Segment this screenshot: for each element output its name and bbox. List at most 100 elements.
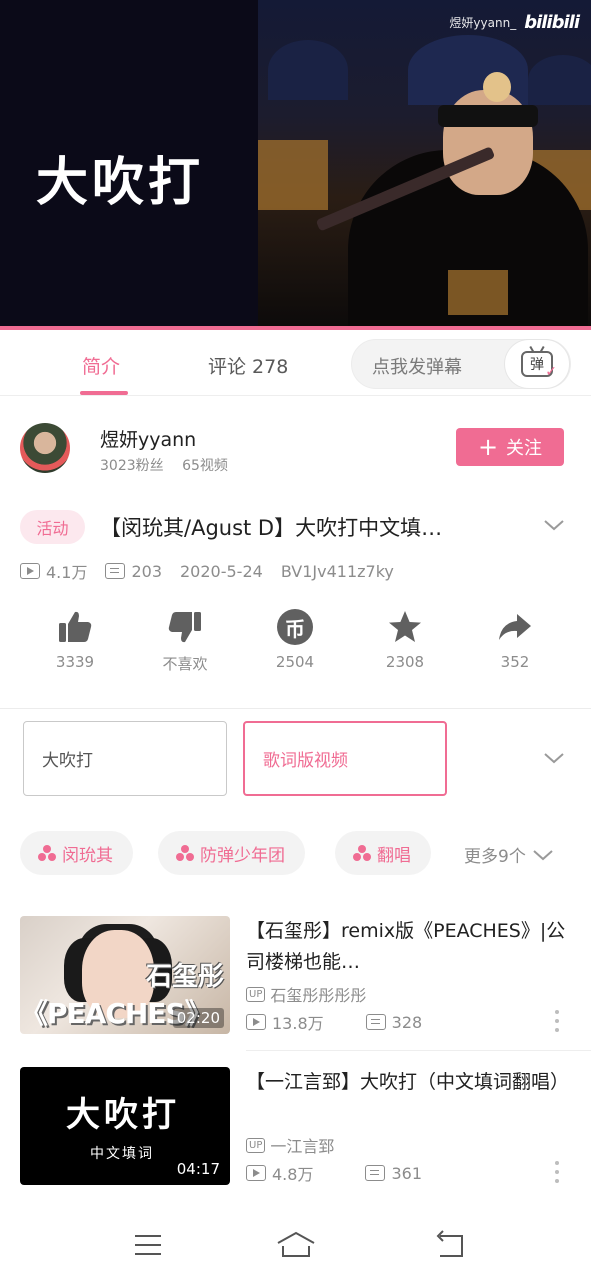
like-button[interactable]: 3339: [20, 605, 130, 671]
video-thumbnail[interactable]: 大吹打 中文填词 04:17: [20, 1067, 230, 1185]
dislike-label: 不喜欢: [162, 655, 208, 673]
danmaku-count-icon: [365, 1165, 386, 1181]
star-icon: [389, 611, 421, 642]
bvid: BV1Jv411z7ky: [280, 561, 394, 581]
recommended-stats: 4.8万 361: [246, 1161, 422, 1185]
bilibili-logo: bilibili: [524, 12, 580, 33]
home-icon[interactable]: [276, 1230, 316, 1260]
recommended-title[interactable]: 【一江言郅】大吹打（中文填词翻唱）: [246, 1067, 574, 1098]
video-stats: 4.1万 203 2020-5-24 BV1Jv411z7ky: [20, 559, 394, 583]
video-duration: 02:20: [172, 1008, 224, 1028]
video-thumbnail[interactable]: 石玺彤 《PEACHES》 02:20: [20, 916, 230, 1034]
follow-label: 关注: [506, 438, 543, 459]
video-player[interactable]: 大吹打 煜妍yyann_ bilibili: [0, 0, 591, 330]
part-item-active[interactable]: 歌词版视频: [243, 721, 447, 796]
fans-count: 3023粉丝: [100, 458, 164, 474]
up-badge-icon: UP: [246, 986, 266, 1002]
tag-icon: [38, 845, 56, 861]
share-count: 352: [500, 653, 530, 671]
danmaku-placeholder: 点我发弹幕: [372, 357, 462, 378]
tab-active-indicator: [80, 391, 128, 395]
danmaku-count-icon: [365, 1014, 386, 1030]
plus-icon: +: [477, 433, 499, 461]
action-bar: 3339 不喜欢 币 2504 2308 352: [0, 605, 591, 685]
activity-tag[interactable]: 活动: [20, 510, 85, 544]
view-count: 4.8万: [272, 1165, 314, 1184]
video-overlay-title: 大吹打: [36, 152, 205, 213]
danmaku-count-icon: [105, 563, 126, 579]
coin-button[interactable]: 币 2504: [240, 605, 350, 671]
more-tags-label: 更多9个: [464, 847, 526, 867]
danmaku-toggle-button[interactable]: 弹 ✓: [504, 339, 570, 389]
tag-icon: [176, 845, 194, 861]
uploader-name[interactable]: 煜妍yyann: [100, 425, 196, 452]
tag-chip[interactable]: 防弹少年团: [158, 831, 305, 875]
danmaku-input[interactable]: 点我发弹幕 弹 ✓: [351, 339, 571, 389]
dislike-button[interactable]: 不喜欢: [130, 605, 240, 674]
more-options-icon[interactable]: [552, 1161, 562, 1183]
chevron-down-icon[interactable]: [543, 747, 565, 769]
more-tags-button[interactable]: 更多9个: [464, 842, 554, 867]
recommended-video[interactable]: 大吹打 中文填词 04:17 【一江言郅】大吹打（中文填词翻唱） UP 一江言郅…: [0, 1067, 591, 1185]
video-count: 65视频: [182, 458, 228, 474]
coin-icon: 币: [277, 609, 313, 645]
uploader-stats: 3023粉丝 65视频: [100, 455, 228, 475]
recommended-uploader: UP 石玺彤彤彤彤: [246, 982, 366, 1006]
recommended-title[interactable]: 【石玺彤】remix版《PEACHES》|公司楼梯也能…: [246, 916, 574, 978]
danmaku-icon-text: 弹: [530, 357, 544, 373]
player-progress-line: [0, 326, 591, 330]
list-divider: [246, 1050, 591, 1051]
chevron-down-icon[interactable]: [543, 514, 565, 536]
watermark-user: 煜妍yyann_: [449, 16, 517, 30]
recommended-uploader: UP 一江言郅: [246, 1133, 334, 1157]
share-icon: [499, 614, 531, 640]
tag-chip[interactable]: 闵玧其: [20, 831, 133, 875]
publish-date: 2020-5-24: [180, 561, 263, 581]
video-frame-image: [258, 0, 591, 330]
back-icon[interactable]: [430, 1230, 470, 1260]
tag-label: 防弹少年团: [200, 845, 285, 866]
section-divider: [0, 708, 591, 709]
uploader-name: 一江言郅: [270, 1137, 335, 1156]
avatar[interactable]: [20, 423, 70, 473]
video-duration: 04:17: [172, 1159, 224, 1179]
follow-button[interactable]: + 关注: [456, 428, 564, 466]
play-count-icon: [246, 1014, 266, 1030]
video-title[interactable]: 【闵玧其/Agust D】大吹打中文填…: [100, 512, 520, 542]
thumbs-down-icon: [168, 612, 201, 643]
coin-count: 2504: [275, 653, 315, 671]
uploader-name: 石玺彤彤彤彤: [270, 986, 367, 1005]
system-navigation-bar: [0, 1200, 591, 1280]
favorite-button[interactable]: 2308: [350, 605, 460, 671]
thumbnail-text: 石玺彤: [145, 962, 224, 992]
share-button[interactable]: 352: [460, 605, 570, 671]
danmaku-count: 328: [391, 1012, 423, 1032]
tab-bar: 简介 评论 278 点我发弹幕 弹 ✓: [0, 334, 591, 396]
view-count: 13.8万: [272, 1014, 324, 1033]
danmaku-tv-icon: 弹 ✓: [521, 351, 557, 380]
danmaku-count: 361: [391, 1163, 422, 1183]
tab-comments[interactable]: 评论 278: [208, 352, 288, 379]
tag-label: 闵玧其: [62, 845, 113, 866]
thumbnail-text: 大吹打: [66, 1095, 180, 1135]
tag-icon: [353, 845, 371, 861]
recommended-stats: 13.8万 328: [246, 1010, 422, 1034]
tab-intro[interactable]: 简介: [82, 352, 120, 379]
check-icon: ✓: [545, 364, 557, 380]
chevron-down-icon: [533, 849, 553, 860]
tag-chip[interactable]: 翻唱: [335, 831, 431, 875]
view-count: 4.1万: [46, 563, 88, 582]
favorite-count: 2308: [385, 653, 425, 671]
up-badge-icon: UP: [246, 1137, 266, 1153]
part-item[interactable]: 大吹打: [23, 721, 227, 796]
tag-label: 翻唱: [377, 845, 411, 866]
thumbnail-text: 中文填词: [90, 1146, 154, 1162]
more-options-icon[interactable]: [552, 1010, 562, 1032]
like-count: 3339: [55, 653, 95, 671]
menu-icon[interactable]: [128, 1230, 168, 1260]
play-count-icon: [20, 563, 40, 579]
thumbs-up-icon: [59, 611, 92, 642]
danmaku-count: 203: [131, 561, 162, 581]
recommended-video[interactable]: 石玺彤 《PEACHES》 02:20 【石玺彤】remix版《PEACHES》…: [0, 916, 591, 1034]
play-count-icon: [246, 1165, 266, 1181]
